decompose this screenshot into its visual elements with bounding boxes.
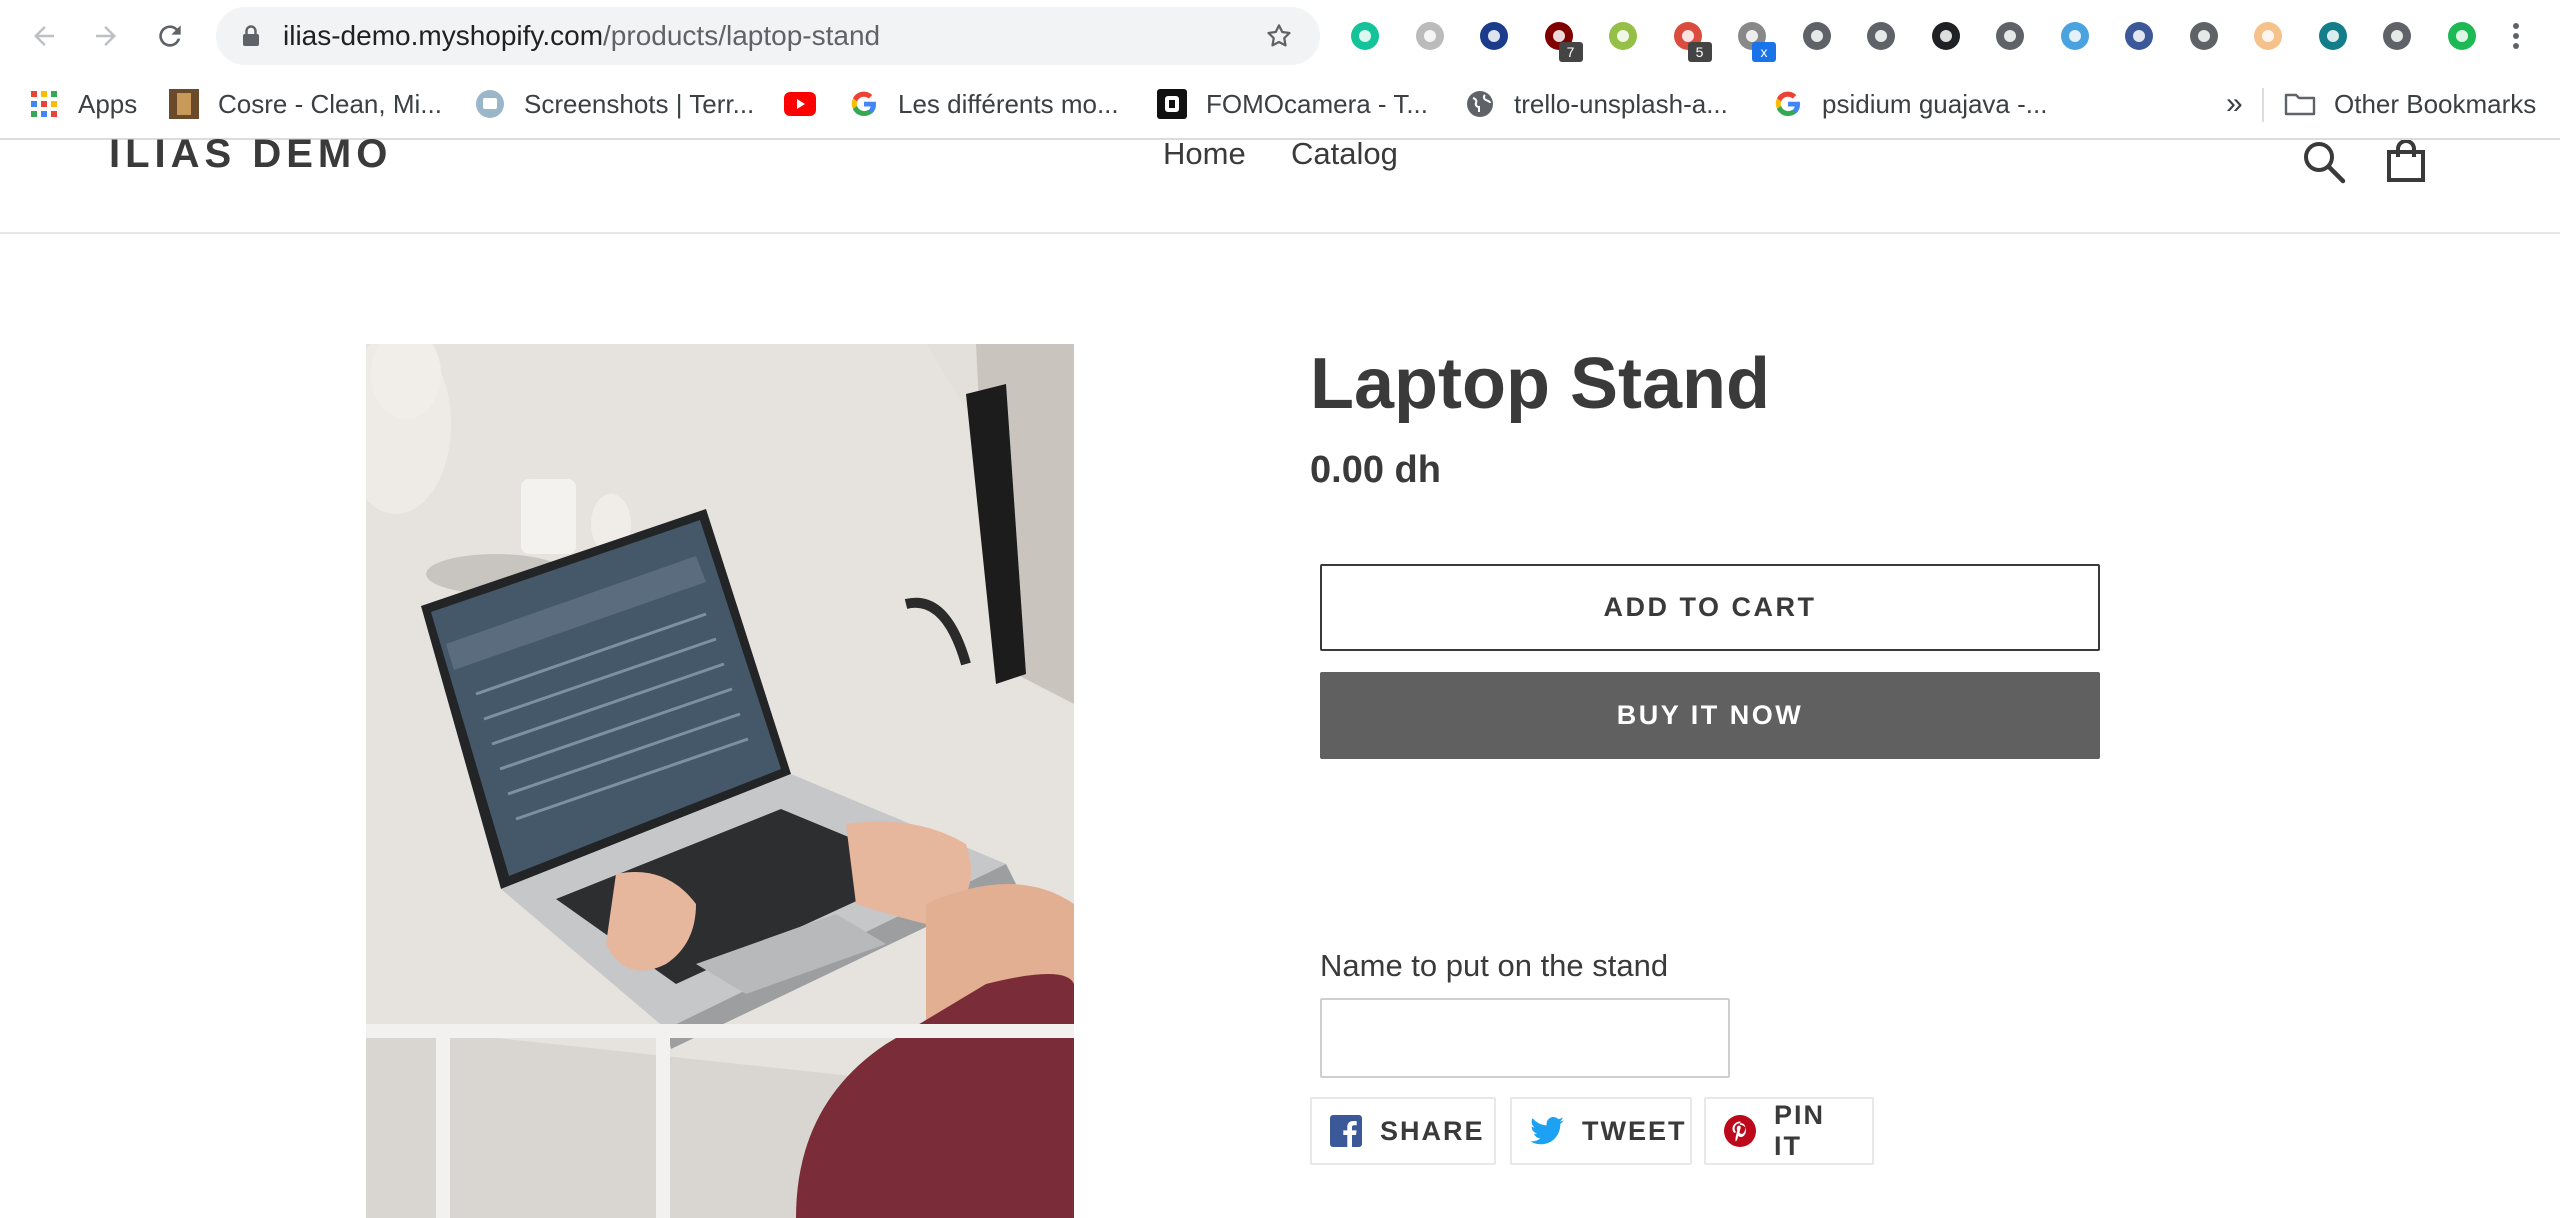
bookmark-screenshots[interactable]: Screenshots | Terr... — [474, 84, 754, 124]
bookmarks-divider — [2262, 88, 2264, 122]
browser-menu-button[interactable] — [2496, 16, 2536, 56]
url-host: ilias-demo.myshopify.com — [283, 20, 604, 51]
add-to-cart-button[interactable]: ADD TO CART — [1320, 564, 2100, 651]
bookmark-star-icon[interactable] — [1264, 21, 1294, 51]
extension-badge: 5 — [1687, 42, 1712, 62]
bookmarks-bar: Apps Cosre - Clean, Mi... Screenshots | … — [0, 74, 2560, 140]
search-icon[interactable] — [2302, 140, 2346, 184]
todoist-icon[interactable]: 5 — [1668, 16, 1712, 62]
eyedropper-icon[interactable] — [2184, 16, 2224, 56]
share-pinterest-button[interactable]: PIN IT — [1704, 1097, 1874, 1165]
cart-icon[interactable] — [2386, 140, 2426, 182]
address-bar[interactable]: ilias-demo.myshopify.com/products/laptop… — [216, 7, 1320, 65]
other-bookmarks-folder[interactable]: Other Bookmarks — [2284, 84, 2536, 124]
extension-badge: x — [1752, 42, 1776, 62]
extension-badge: 7 — [1558, 42, 1583, 62]
other-bookmarks-label: Other Bookmarks — [2334, 88, 2537, 119]
cosre-icon — [168, 88, 200, 120]
share-label: PIN IT — [1774, 1100, 1826, 1161]
folder-icon — [2284, 88, 2316, 120]
share-twitter-button[interactable]: TWEET — [1510, 1097, 1692, 1165]
lock-icon — [243, 25, 259, 46]
bookmark-youtube[interactable] — [784, 84, 834, 124]
medium-lock-icon[interactable] — [1926, 16, 1966, 56]
bookmark-cosre[interactable]: Cosre - Clean, Mi... — [168, 84, 442, 124]
nav-catalog[interactable]: Catalog — [1291, 138, 1398, 170]
bookmark-label: FOMOcamera - T... — [1206, 88, 1428, 119]
product-photo — [366, 344, 1074, 1218]
bars-icon[interactable] — [2313, 16, 2353, 56]
bookmark-label: psidium guajava -... — [1822, 88, 2048, 119]
clockify-icon[interactable]: x — [1732, 16, 1776, 62]
cloud-icon[interactable] — [1990, 16, 2030, 56]
pinterest-icon — [1724, 1115, 1756, 1147]
product-title: Laptop Stand — [1310, 344, 1770, 424]
react-devtools-icon[interactable] — [1410, 16, 1450, 56]
google-icon — [1772, 88, 1804, 120]
custom-name-label: Name to put on the stand — [1320, 948, 1669, 983]
overflow-chevron-icon: » — [2226, 87, 2243, 120]
bookmark-label: trello-unsplash-a... — [1514, 88, 1728, 119]
history-icon[interactable] — [1861, 16, 1901, 56]
reload-button[interactable] — [148, 14, 192, 58]
forward-arrow-icon — [96, 26, 116, 46]
nav-home[interactable]: Home — [1163, 138, 1246, 170]
bookmark-psidium[interactable]: psidium guajava -... — [1772, 84, 2047, 124]
bookmark-apps[interactable]: Apps — [28, 84, 137, 124]
url-text: ilias-demo.myshopify.com/products/laptop… — [283, 19, 880, 53]
avatar-ext-icon[interactable] — [2248, 16, 2288, 56]
reload-icon — [159, 25, 181, 47]
twitter-icon — [1530, 1117, 1564, 1145]
bookmark-label: Apps — [78, 88, 138, 119]
custom-name-input[interactable] — [1320, 998, 1730, 1078]
bookmarks-overflow-button[interactable]: » — [2226, 84, 2243, 124]
ublock-icon[interactable]: 7 — [1539, 16, 1583, 62]
shopify-icon[interactable] — [1603, 16, 1643, 56]
product-image[interactable] — [366, 344, 1074, 1218]
share-label: SHARE — [1380, 1115, 1485, 1146]
back-button[interactable] — [22, 14, 66, 58]
buy-it-now-button[interactable]: BUY IT NOW — [1320, 672, 2100, 759]
store-logo[interactable]: ILIAS DEMO — [109, 134, 392, 174]
profile-chip-icon[interactable] — [2442, 16, 2482, 56]
url-path: /products/laptop-stand — [603, 20, 881, 51]
product-price: 0.00 dh — [1310, 449, 1441, 491]
lines-icon[interactable] — [1797, 16, 1837, 56]
search-ext-icon[interactable] — [2055, 16, 2095, 56]
apps-grid-icon — [28, 88, 60, 120]
bookmark-label: Screenshots | Terr... — [524, 88, 755, 119]
puzzle-icon[interactable] — [2377, 16, 2417, 56]
globe-icon — [1464, 88, 1496, 120]
grammarly-icon[interactable] — [1345, 16, 1385, 56]
share-label: TWEET — [1582, 1115, 1687, 1146]
screenshots-icon — [474, 88, 506, 120]
vimeo-v-icon[interactable] — [1474, 16, 1514, 56]
swirl-icon[interactable] — [2119, 16, 2159, 56]
bookmark-label: Les différents mo... — [898, 88, 1119, 119]
bookmark-les-differents[interactable]: Les différents mo... — [848, 84, 1119, 124]
youtube-icon — [784, 88, 816, 120]
google-icon — [848, 88, 880, 120]
back-arrow-icon — [34, 26, 54, 46]
fomo-icon — [1156, 88, 1188, 120]
forward-button[interactable] — [84, 14, 128, 58]
share-facebook-button[interactable]: SHARE — [1310, 1097, 1496, 1165]
browser-toolbar: ilias-demo.myshopify.com/products/laptop… — [0, 0, 2560, 74]
bookmark-trello-unsplash[interactable]: trello-unsplash-a... — [1464, 84, 1728, 124]
bookmark-label: Cosre - Clean, Mi... — [218, 88, 442, 119]
store-header: ILIAS DEMO Home Catalog — [0, 134, 2560, 234]
facebook-icon — [1330, 1115, 1362, 1147]
kebab-menu-icon — [2513, 23, 2519, 49]
bookmark-fomocamera[interactable]: FOMOcamera - T... — [1156, 84, 1428, 124]
